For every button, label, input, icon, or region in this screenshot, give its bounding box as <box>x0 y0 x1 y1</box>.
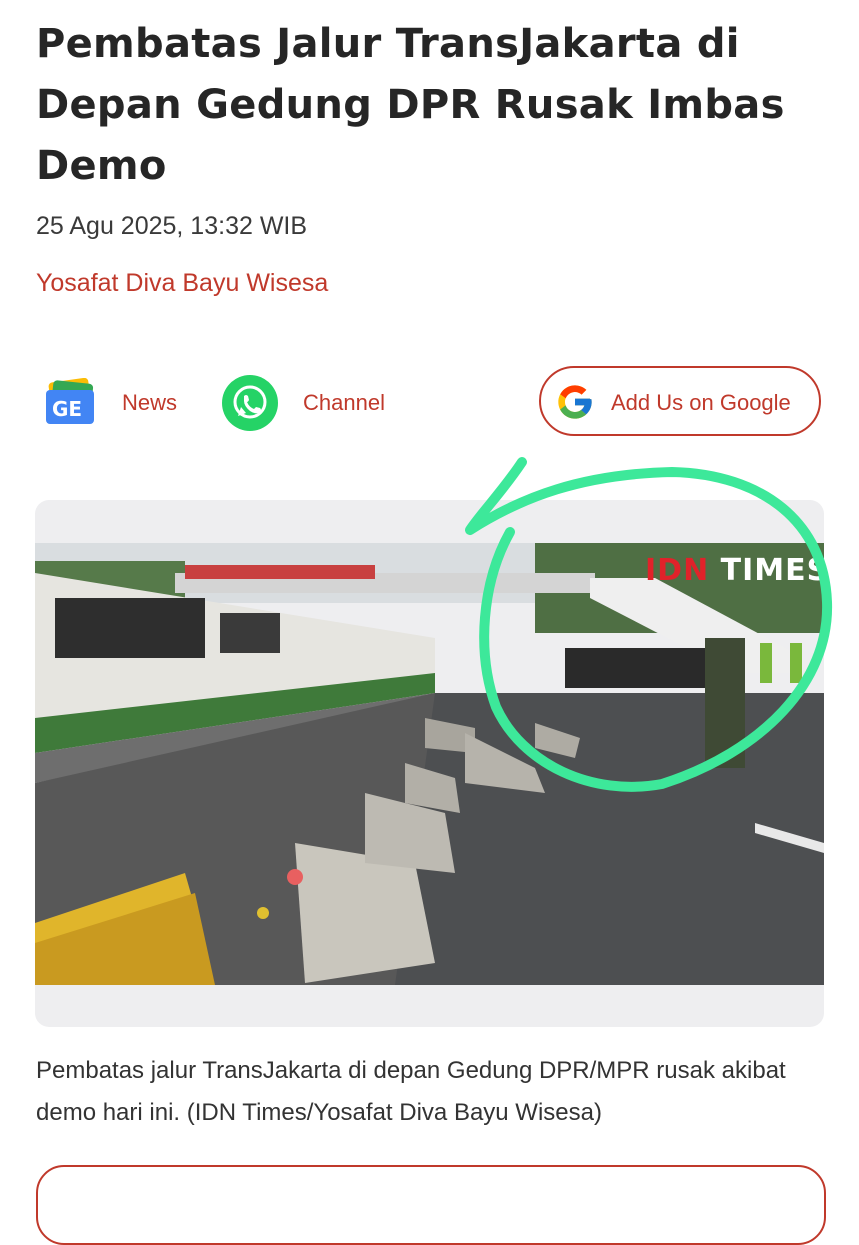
next-content-card[interactable] <box>36 1165 826 1245</box>
whatsapp-channel-label[interactable]: Channel <box>303 390 385 416</box>
google-g-icon <box>555 382 595 422</box>
add-us-on-google-button[interactable]: Add Us on Google <box>539 366 821 436</box>
google-news-label[interactable]: News <box>122 390 177 416</box>
photo-caption: Pembatas jalur TransJakarta di depan Ged… <box>36 1057 786 1126</box>
article-date: 25 Agu 2025, 13:32 WIB <box>36 212 308 240</box>
idn-times-watermark: IDN TIMES <box>645 553 824 588</box>
article-author-link[interactable]: Yosafat Diva Bayu Wisesa <box>36 269 328 298</box>
whatsapp-icon[interactable] <box>221 374 279 432</box>
article-photo: IDN TIMES <box>35 543 824 985</box>
watermark-times: TIMES <box>720 553 824 588</box>
svg-text:GE: GE <box>52 397 82 421</box>
article-title: Pembatas Jalur TransJakarta di Depan Ged… <box>36 21 785 189</box>
add-us-on-google-label: Add Us on Google <box>611 390 791 415</box>
follow-bar: GE News Channel Add Us on Google <box>0 362 859 442</box>
google-news-icon[interactable]: GE <box>42 377 98 426</box>
watermark-idn: IDN <box>645 553 710 588</box>
